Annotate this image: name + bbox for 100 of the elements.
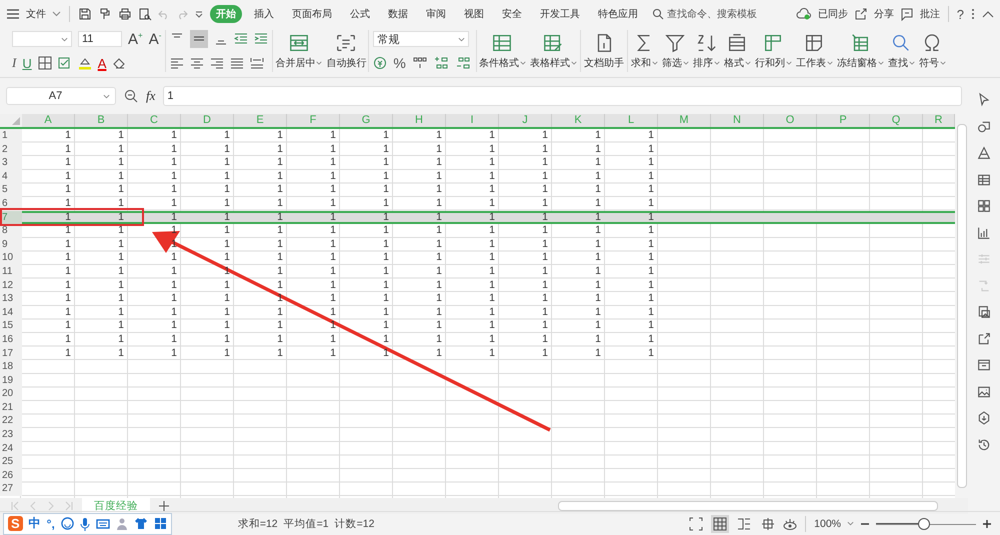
menu-icon[interactable]: [6, 7, 20, 21]
caret-icon[interactable]: [103, 94, 110, 98]
align-left-icon[interactable]: [170, 56, 184, 70]
caret-icon[interactable]: [458, 36, 466, 42]
row-header[interactable]: 17: [0, 346, 22, 360]
file-menu[interactable]: 文件: [26, 7, 46, 21]
currency-icon[interactable]: [373, 56, 388, 70]
grow-font-button[interactable]: A$^{+}$: [128, 30, 143, 48]
justify-icon[interactable]: [230, 56, 244, 70]
format-painter-icon[interactable]: [98, 7, 112, 21]
decrease-decimal-icon[interactable]: [456, 56, 472, 70]
row-header[interactable]: 23: [0, 428, 22, 442]
thousands-icon[interactable]: [412, 56, 428, 70]
eraser-icon[interactable]: [112, 56, 126, 70]
row-header[interactable]: 15: [0, 319, 22, 333]
row-header[interactable]: 18: [0, 360, 22, 374]
microphone-icon[interactable]: [80, 516, 90, 530]
fullscreen-icon[interactable]: [687, 514, 706, 532]
ribbon-tab[interactable]: 页面布局: [286, 5, 338, 23]
shirt-icon[interactable]: [134, 517, 148, 530]
ribbon-button[interactable]: 查找: [886, 30, 917, 72]
cloud-icon[interactable]: [796, 7, 812, 21]
row-header[interactable]: 12: [0, 278, 22, 292]
ribbon-button[interactable]: 排序: [690, 30, 722, 72]
save-icon[interactable]: [78, 7, 92, 21]
share-icon[interactable]: [976, 330, 992, 346]
command-search[interactable]: 查找命令、搜索模板: [667, 7, 757, 21]
keyboard-icon[interactable]: [96, 518, 110, 530]
row-header[interactable]: 9: [0, 238, 22, 252]
grid-icon[interactable]: [976, 198, 992, 214]
share-icon[interactable]: [854, 7, 868, 21]
ribbon-button[interactable]: 自动换行: [324, 30, 368, 72]
collapse-icon[interactable]: [982, 10, 994, 18]
row-header[interactable]: 1: [0, 129, 22, 143]
ribbon-button[interactable]: 条件格式: [476, 30, 528, 72]
row-header[interactable]: 24: [0, 442, 22, 456]
row-header[interactable]: 19: [0, 374, 22, 388]
ribbon-button[interactable]: 表格样式: [528, 30, 579, 72]
help-button[interactable]: ?: [956, 6, 964, 22]
ribbon-button[interactable]: 符号: [916, 30, 948, 72]
row-header[interactable]: 27: [0, 482, 22, 496]
row-header[interactable]: 10: [0, 251, 22, 265]
row-header[interactable]: 20: [0, 387, 22, 401]
customize-icon[interactable]: [194, 9, 204, 19]
align-center-icon[interactable]: [190, 56, 204, 70]
triangle-icon[interactable]: [976, 145, 992, 161]
decrease-indent-icon[interactable]: [234, 32, 248, 46]
formula-field[interactable]: 1: [163, 86, 962, 106]
font-size-field[interactable]: 11: [78, 31, 122, 47]
function-button[interactable]: fx: [146, 88, 156, 104]
row-header[interactable]: 3: [0, 156, 22, 170]
bar-chart-icon[interactable]: [976, 224, 992, 240]
ribbon-button[interactable]: 格式: [722, 30, 753, 72]
border-icon[interactable]: [38, 56, 52, 70]
distribute-icon[interactable]: [250, 56, 264, 70]
comment-button[interactable]: 批注: [920, 7, 940, 21]
ribbon-tab[interactable]: 公式: [344, 5, 376, 23]
row-header[interactable]: 25: [0, 455, 22, 469]
ribbon-button[interactable]: 文档助手: [582, 30, 626, 72]
row-header[interactable]: 2: [0, 142, 22, 156]
zoom-icon[interactable]: [124, 89, 138, 103]
row-header[interactable]: 21: [0, 400, 22, 414]
row-header[interactable]: 26: [0, 468, 22, 482]
smiley-icon[interactable]: [60, 517, 74, 530]
sync-status[interactable]: 已同步: [818, 7, 848, 21]
italic-button[interactable]: I: [12, 55, 16, 71]
language-toggle[interactable]: 中: [28, 515, 41, 532]
ribbon-button[interactable]: 合并居中: [273, 30, 324, 72]
row-header[interactable]: 16: [0, 332, 22, 346]
add-sheet-icon[interactable]: [158, 500, 170, 512]
zoom-level[interactable]: 100%: [814, 518, 841, 530]
ribbon-button[interactable]: 求和: [628, 30, 660, 72]
row-header[interactable]: 22: [0, 414, 22, 428]
align-middle-icon[interactable]: [190, 30, 208, 48]
archive-icon[interactable]: [976, 357, 992, 373]
row-header[interactable]: 5: [0, 183, 22, 197]
ribbon-button[interactable]: 筛选: [660, 30, 691, 72]
history-icon[interactable]: [976, 436, 992, 452]
increase-decimal-icon[interactable]: [434, 56, 450, 70]
ribbon-tab[interactable]: 安全: [496, 5, 528, 23]
fill-color-icon[interactable]: [78, 56, 92, 70]
ribbon-tab[interactable]: 插入: [248, 5, 280, 23]
caret-icon[interactable]: [847, 521, 854, 526]
chevron-down-icon[interactable]: [52, 11, 61, 17]
grid-view-icon[interactable]: [711, 514, 730, 532]
shrink-font-button[interactable]: A$^{-}$: [148, 30, 162, 48]
increase-indent-icon[interactable]: [254, 32, 268, 46]
horizontal-scrollbar[interactable]: [558, 500, 938, 512]
ribbon-button[interactable]: 冻结窗格: [834, 30, 886, 72]
row-header[interactable]: 13: [0, 292, 22, 306]
print-icon[interactable]: [118, 7, 132, 21]
ribbon-tab[interactable]: 开发工具: [534, 5, 586, 23]
share-button[interactable]: 分享: [874, 7, 894, 21]
picture-frame-icon[interactable]: [976, 304, 992, 320]
more-icon[interactable]: [970, 7, 976, 21]
eye-protection-icon[interactable]: [783, 516, 798, 530]
row-header[interactable]: 4: [0, 170, 22, 184]
ribbon-tab[interactable]: 审阅: [420, 5, 452, 23]
percent-button[interactable]: %: [393, 55, 406, 71]
search-icon[interactable]: [652, 8, 664, 20]
